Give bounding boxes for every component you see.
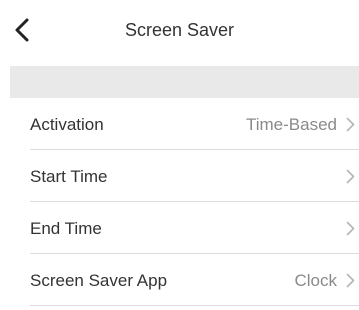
- chevron-right-icon: [346, 117, 355, 132]
- navigation-bar: Screen Saver: [0, 0, 359, 66]
- chevron-right-icon: [346, 221, 355, 236]
- screen-saver-app-row[interactable]: Screen Saver App Clock: [10, 254, 359, 306]
- page-title: Screen Saver: [124, 20, 235, 40]
- end-time-label: End Time: [30, 219, 102, 238]
- chevron-right-icon: [346, 169, 355, 184]
- activation-label: Activation: [30, 115, 104, 134]
- section-separator: [10, 66, 359, 98]
- activation-value: Time-Based: [245, 115, 337, 134]
- screen-saver-app-label: Screen Saver App: [30, 271, 168, 290]
- end-time-row[interactable]: End Time: [10, 202, 359, 254]
- start-time-label: Start Time: [30, 167, 108, 186]
- chevron-right-icon: [346, 273, 355, 288]
- settings-list: Activation Time-Based Start Time End Tim…: [10, 98, 359, 306]
- screen-saver-app-value: Clock: [294, 271, 337, 290]
- start-time-row[interactable]: Start Time: [10, 150, 359, 202]
- activation-row[interactable]: Activation Time-Based: [10, 98, 359, 150]
